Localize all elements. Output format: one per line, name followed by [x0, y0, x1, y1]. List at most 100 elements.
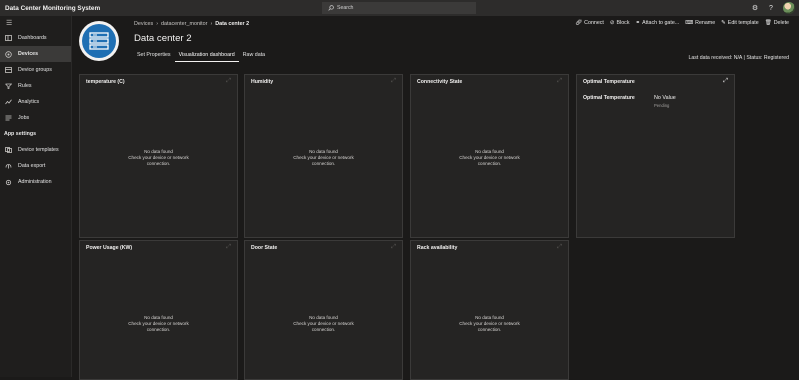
- chevron-right-icon: ›: [156, 21, 158, 27]
- help-icon[interactable]: ?: [763, 0, 779, 16]
- attach-label: Attach to gate...: [642, 20, 680, 26]
- breadcrumb: Devices › datacenter_monitor › Data center 2: [134, 21, 249, 27]
- analytics-icon: [4, 99, 13, 105]
- tile-title: Humidity: [251, 79, 274, 85]
- block-icon: ⊘: [609, 20, 615, 26]
- breadcrumb-template[interactable]: datacenter_monitor: [161, 21, 207, 27]
- search-input[interactable]: Search: [322, 2, 476, 14]
- gear-icon[interactable]: ⚙: [747, 0, 763, 16]
- link-icon: 🔗︎: [575, 20, 583, 26]
- device-icon: [79, 21, 119, 61]
- tab-visualization-dashboard[interactable]: Visualization dashboard: [174, 51, 239, 62]
- device-templates-icon: [4, 147, 13, 153]
- sidebar-item-device-groups[interactable]: Device groups: [0, 62, 71, 78]
- sidebar-item-device-templates[interactable]: Device templates: [0, 142, 71, 158]
- breadcrumb-devices[interactable]: Devices: [134, 21, 153, 27]
- jobs-icon: [4, 115, 13, 121]
- attach-icon: ⚭: [635, 20, 641, 26]
- no-data-message: No data found Check your device or networ…: [80, 315, 237, 333]
- tile-connectivity-state: Connectivity State ⤢ No data found Check …: [410, 74, 569, 238]
- attach-to-gateway-button[interactable]: ⚭ Attach to gate...: [635, 20, 679, 26]
- devices-icon: [4, 50, 13, 58]
- no-data-line: connection.: [311, 327, 336, 332]
- sidebar-item-label: Device templates: [18, 147, 59, 153]
- property-value: No Value: [654, 95, 676, 101]
- sidebar-item-analytics[interactable]: Analytics: [0, 94, 71, 110]
- tab-bar: Set Properties Visualization dashboard R…: [133, 51, 269, 62]
- hamburger-icon[interactable]: ☰: [0, 16, 71, 30]
- sidebar-item-label: Dashboards: [18, 35, 47, 41]
- no-data-message: No data found Check your device or networ…: [245, 315, 402, 333]
- top-bar: Data Center Monitoring System Search ⚙ ?: [0, 0, 799, 16]
- block-button[interactable]: ⊘ Block: [610, 20, 630, 26]
- pencil-icon: ✎: [721, 20, 726, 26]
- tile-title: Power Usage (KW): [86, 245, 133, 251]
- no-data-message: No data found Check your device or networ…: [411, 315, 568, 333]
- rules-icon: [4, 83, 13, 89]
- connect-button[interactable]: 🔗︎ Connect: [575, 20, 604, 26]
- sidebar-item-rules[interactable]: Rules: [0, 78, 71, 94]
- trash-icon: 🗑︎: [764, 20, 772, 26]
- expand-icon[interactable]: ⤢: [391, 244, 396, 251]
- tile-door-state: Door State ⤢ No data found Check your dev…: [244, 240, 403, 380]
- sidebar-item-label: Devices: [18, 51, 39, 57]
- app-title: Data Center Monitoring System: [5, 4, 101, 12]
- search-icon: [328, 5, 334, 11]
- sidebar-item-label: Data export: [18, 163, 46, 169]
- delete-label: Delete: [773, 20, 789, 26]
- administration-icon: [4, 179, 13, 186]
- sidebar-item-label: Administration: [18, 179, 52, 185]
- no-data-line: connection.: [477, 327, 502, 332]
- sidebar-item-label: Rules: [18, 83, 32, 89]
- tile-title: temperature (C): [86, 79, 125, 85]
- status-text: Last data received: N/A | Status: Regist…: [688, 55, 789, 61]
- no-data-message: No data found Check your device or networ…: [411, 149, 568, 167]
- expand-icon[interactable]: ⤢: [557, 78, 562, 85]
- rename-label: Rename: [695, 20, 716, 26]
- expand-icon[interactable]: ⤢: [391, 78, 396, 85]
- tile-humidity: Humidity ⤢ No data found Check your devic…: [244, 74, 403, 238]
- tab-set-properties[interactable]: Set Properties: [133, 51, 175, 62]
- search-placeholder: Search: [337, 5, 354, 11]
- server-icon: [89, 32, 109, 50]
- no-data-message: No data found Check your device or networ…: [80, 149, 237, 167]
- rename-icon: ⌨: [685, 20, 694, 26]
- sidebar-item-data-export[interactable]: Data export: [0, 158, 71, 174]
- delete-button[interactable]: 🗑︎ Delete: [765, 20, 789, 26]
- sidebar-item-label: Jobs: [18, 115, 30, 121]
- no-data-message: No data found Check your device or networ…: [245, 149, 402, 167]
- tile-title: Door State: [251, 245, 278, 251]
- tile-temperature: temperature (C) ⤢ No data found Check you…: [79, 74, 238, 238]
- sidebar: ☰ Dashboards Devices Device groups Rules…: [0, 16, 72, 377]
- edit-template-label: Edit template: [727, 20, 759, 26]
- tile-title: Rack availability: [417, 245, 458, 251]
- expand-icon[interactable]: ⤢: [226, 78, 231, 85]
- rename-button[interactable]: ⌨ Rename: [685, 20, 715, 26]
- expand-icon[interactable]: ⤢: [723, 78, 728, 85]
- app-settings-heading: App settings: [4, 131, 37, 137]
- tile-rack-availability: Rack availability ⤢ No data found Check y…: [410, 240, 569, 380]
- no-data-line: connection.: [477, 161, 502, 166]
- sidebar-item-administration[interactable]: Administration: [0, 174, 71, 190]
- breadcrumb-current: Data center 2: [215, 21, 250, 27]
- expand-icon[interactable]: ⤢: [557, 244, 562, 251]
- tile-optimal-temperature: Optimal Temperature ⤢ Optimal Temperatur…: [576, 74, 735, 238]
- expand-icon[interactable]: ⤢: [226, 244, 231, 251]
- tab-raw-data[interactable]: Raw data: [239, 51, 269, 62]
- edit-template-button[interactable]: ✎ Edit template: [721, 20, 759, 26]
- connect-label: Connect: [584, 20, 604, 26]
- property-label: Optimal Temperature: [583, 95, 635, 101]
- chevron-right-icon: ›: [210, 21, 213, 27]
- sidebar-item-jobs[interactable]: Jobs: [0, 110, 71, 126]
- sidebar-item-dashboards[interactable]: Dashboards: [0, 30, 71, 46]
- avatar[interactable]: [783, 2, 795, 14]
- no-data-line: connection.: [146, 327, 171, 332]
- tile-title: Connectivity State: [417, 79, 463, 85]
- block-label: Block: [616, 20, 630, 26]
- action-toolbar: 🔗︎ Connect ⊘ Block ⚭ Attach to gate... ⌨ Ren…: [569, 20, 789, 26]
- data-export-icon: [4, 163, 13, 169]
- no-data-line: connection.: [146, 161, 171, 166]
- sidebar-item-devices[interactable]: Devices: [0, 46, 71, 62]
- dashboard-grid: temperature (C) ⤢ No data found Check you…: [72, 68, 799, 380]
- tile-power-usage: Power Usage (KW) ⤢ No data found Check yo…: [79, 240, 238, 380]
